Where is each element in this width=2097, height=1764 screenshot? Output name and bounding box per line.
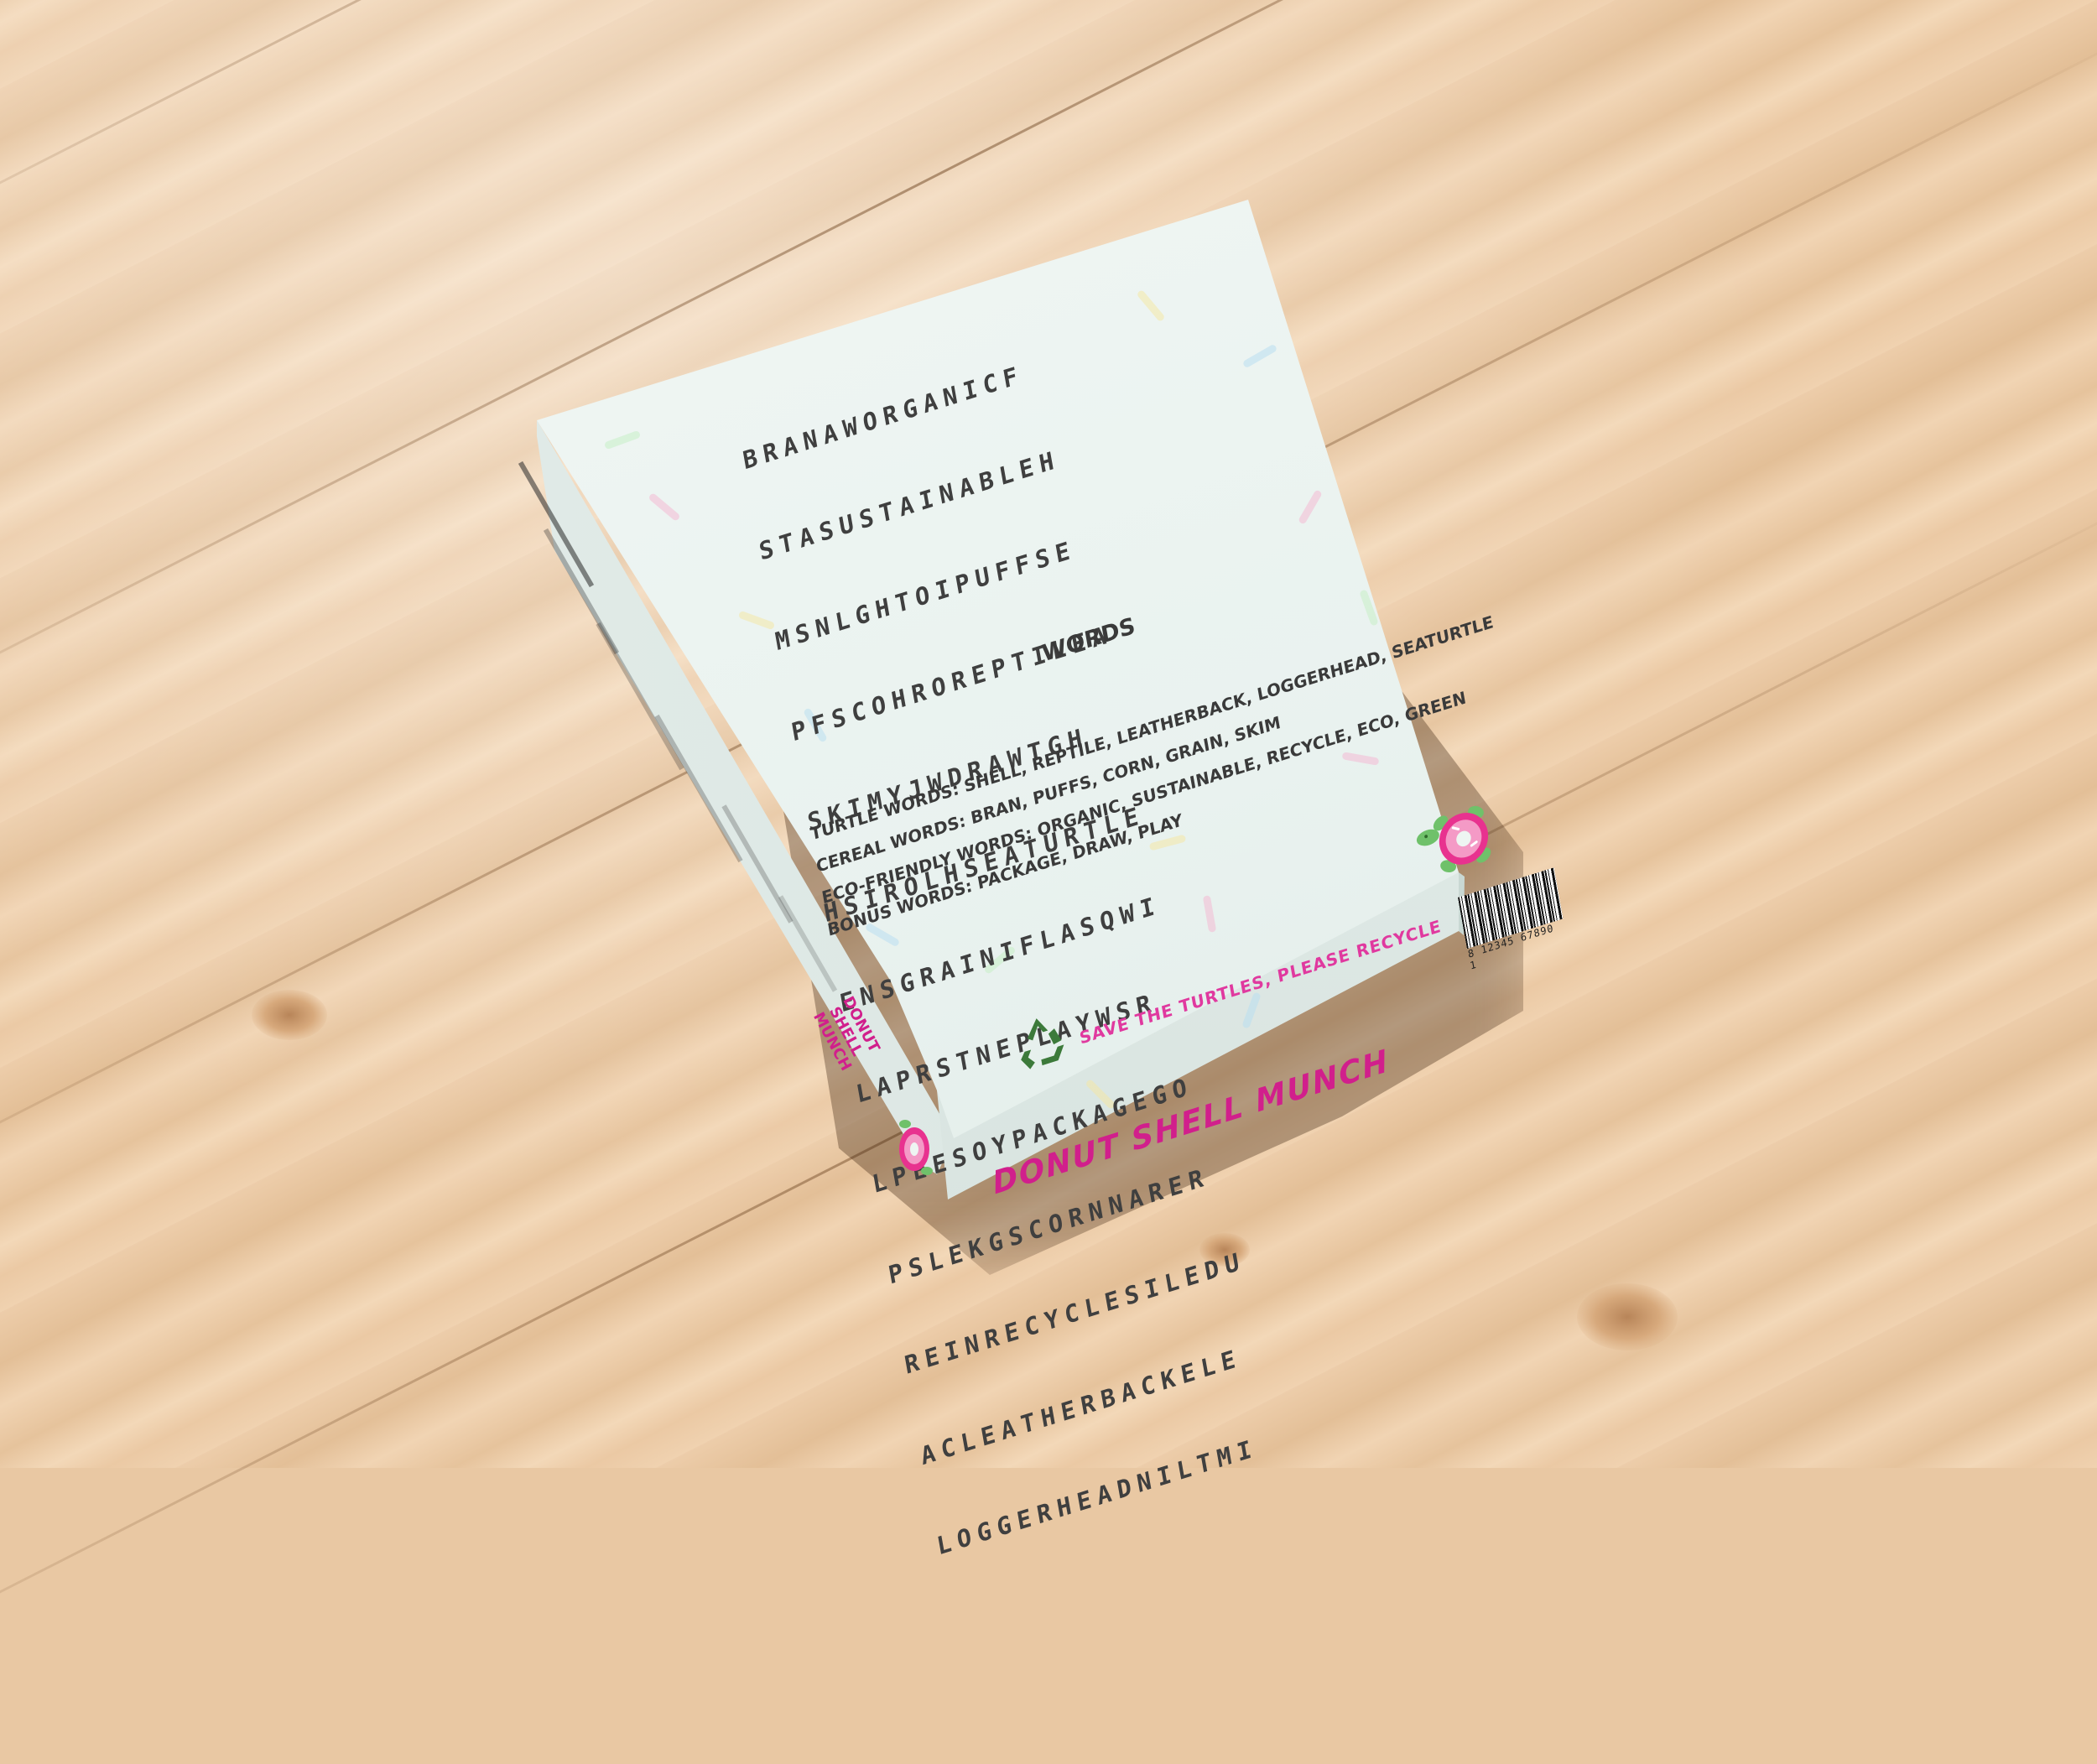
photo-scene: BRANAWORGANICF STASUSTAINABLEH MSNLGHTOI… (0, 0, 2097, 1764)
barcode: 8 12345 67890 1 (1458, 867, 1566, 972)
cereal-box: BRANAWORGANICF STASUSTAINABLEH MSNLGHTOI… (0, 0, 2097, 1561)
turtle-donut-icon (893, 1116, 935, 1183)
